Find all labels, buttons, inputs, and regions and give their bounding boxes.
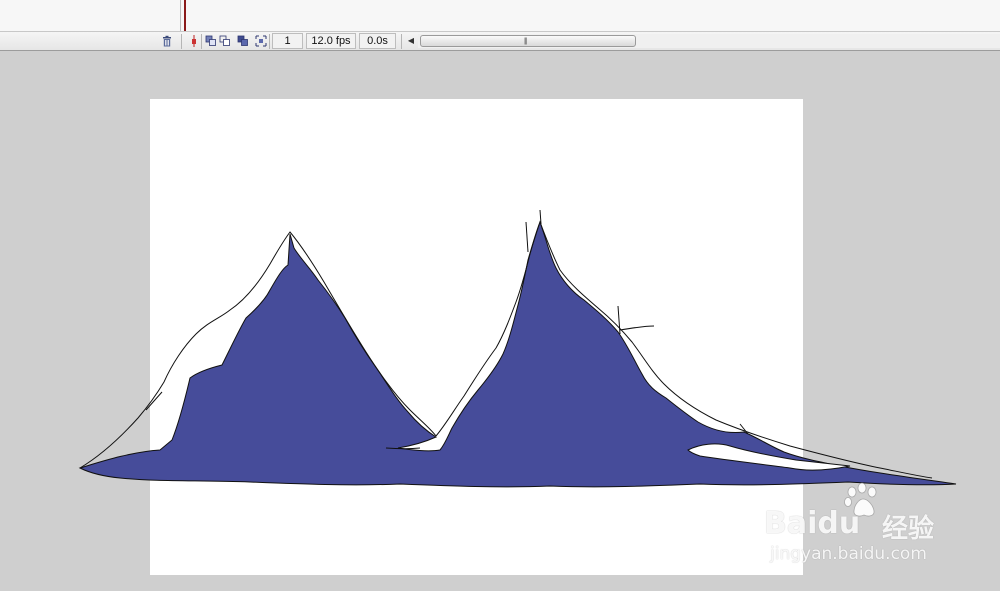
baidu-watermark: Baidu 经验 jingyan.baidu.com bbox=[764, 482, 964, 572]
watermark-brand: Baidu bbox=[764, 506, 861, 541]
summit-tick bbox=[525, 221, 529, 253]
left-ridge-tick bbox=[145, 391, 163, 411]
mountain-fill-shape bbox=[78, 220, 957, 488]
shoulder-tick bbox=[619, 325, 655, 331]
flash-editor: 1 12.0 fps 0.0s ◀ ||| Baidu 经验 jingyan.b… bbox=[0, 0, 1000, 591]
watermark-brand-cn: 经验 bbox=[882, 514, 935, 544]
watermark-url: jingyan.baidu.com bbox=[770, 544, 927, 564]
foothill-line bbox=[385, 447, 421, 450]
shoulder-tick bbox=[617, 305, 621, 335]
